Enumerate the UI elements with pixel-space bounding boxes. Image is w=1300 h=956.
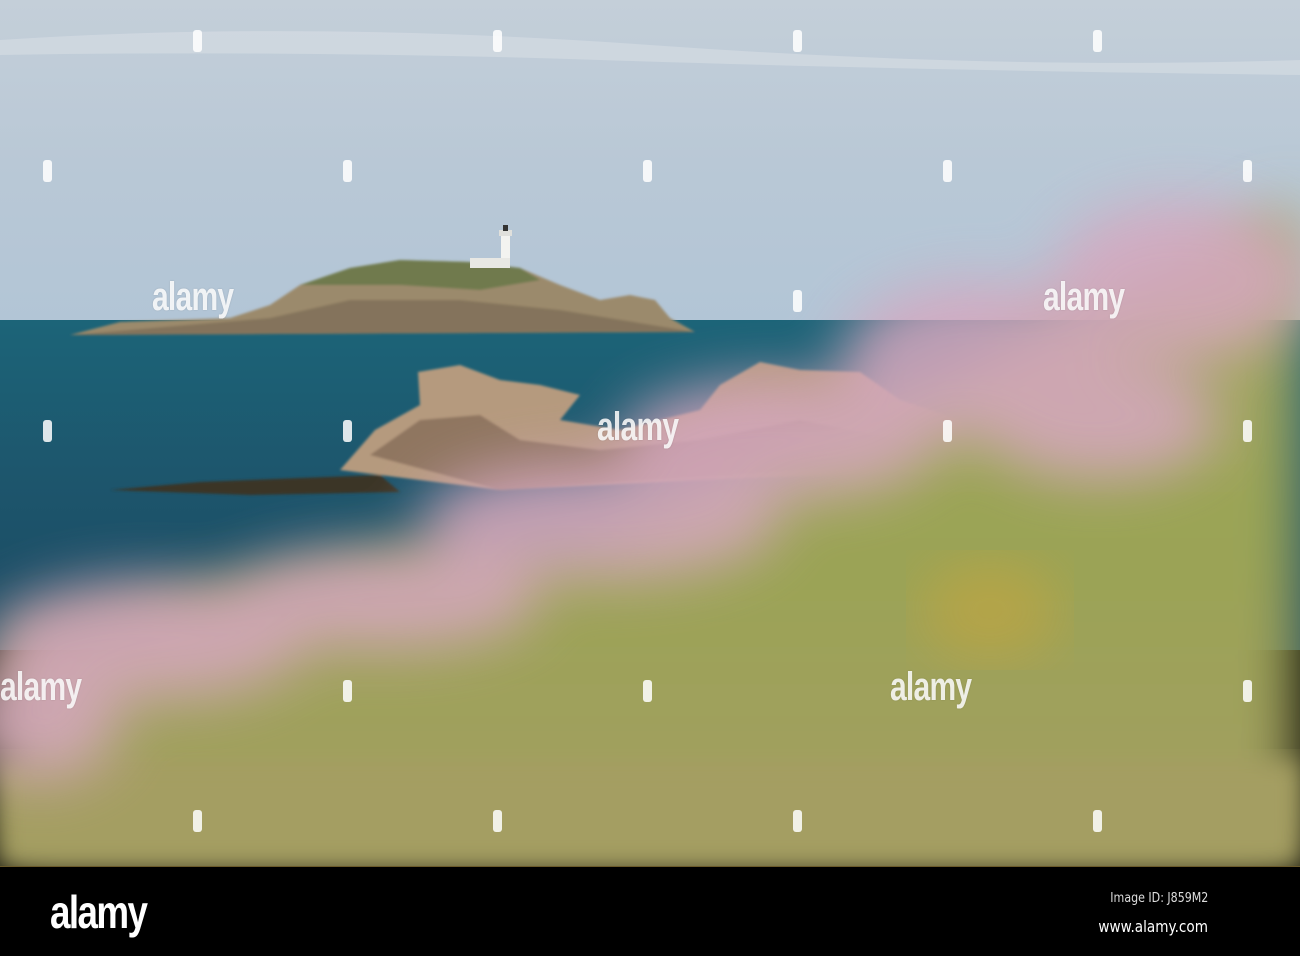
stock-photo: alamy alamy alamy alamy alamy alamy Image ID… xyxy=(0,0,1300,956)
watermark-mark xyxy=(193,810,202,832)
watermark-mark xyxy=(193,30,202,52)
watermark-mark xyxy=(793,290,802,312)
watermark-mark xyxy=(793,810,802,832)
watermark-mark xyxy=(1243,160,1252,182)
watermark-mark xyxy=(943,160,952,182)
image-id: Image ID: J859M2 xyxy=(1109,891,1208,906)
watermark-mark xyxy=(343,160,352,182)
watermark-mark xyxy=(493,30,502,52)
watermark-mark xyxy=(643,160,652,182)
watermark-mark xyxy=(343,680,352,702)
watermark-mark xyxy=(643,680,652,702)
alamy-watermark: alamy xyxy=(890,665,972,709)
watermark-mark xyxy=(1243,420,1252,442)
watermark-mark xyxy=(493,810,502,832)
alamy-watermark: alamy xyxy=(152,275,234,319)
alamy-logo: alamy xyxy=(50,886,148,938)
watermark-mark xyxy=(43,420,52,442)
watermark-mark xyxy=(1093,810,1102,832)
watermark-mark xyxy=(1093,30,1102,52)
footer-bar: alamy Image ID: J859M2 www.alamy.com xyxy=(0,866,1300,956)
alamy-watermark: alamy xyxy=(0,665,82,709)
watermark-mark xyxy=(793,30,802,52)
website-link[interactable]: www.alamy.com xyxy=(1098,917,1208,936)
watermark-mark xyxy=(943,420,952,442)
alamy-watermark: alamy xyxy=(1043,275,1125,319)
alamy-watermark: alamy xyxy=(597,405,679,449)
watermark-mark xyxy=(1243,680,1252,702)
watermark-mark xyxy=(343,420,352,442)
watermark-mark xyxy=(43,160,52,182)
